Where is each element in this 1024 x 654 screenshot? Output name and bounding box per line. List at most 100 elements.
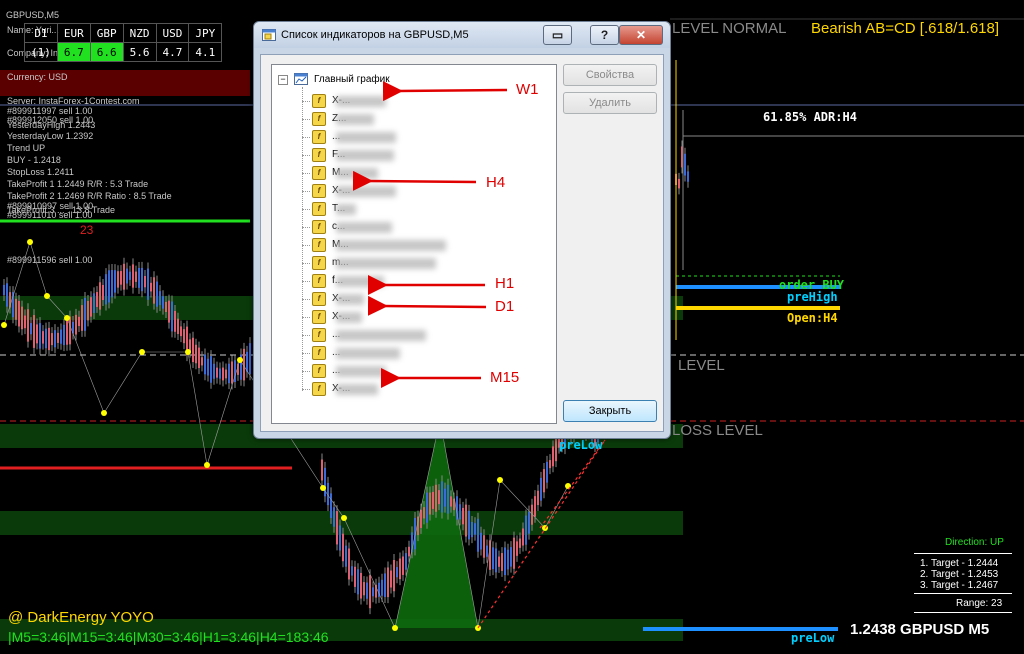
indicators-dialog: Список индикаторов на GBPUSD,M5 ▭ ? ✕ − …	[253, 21, 671, 439]
info-line: YesterdayHigh 1.2443	[7, 120, 96, 130]
candle	[63, 324, 65, 346]
candle	[351, 566, 353, 576]
dialog-title: Список индикаторов на GBPUSD,M5	[281, 29, 469, 41]
candle	[540, 477, 542, 501]
level-mid-label: LEVEL	[678, 357, 725, 374]
info-line: #899911596 sell 1.00	[7, 255, 93, 265]
author-watermark: @ DarkEnergy YOYO	[8, 609, 154, 626]
candle	[486, 545, 488, 557]
candle	[120, 271, 122, 285]
candle	[498, 556, 500, 567]
dialog-help-button[interactable]: ?	[590, 25, 619, 45]
candle	[348, 548, 350, 580]
candle	[30, 323, 32, 335]
stats-target: 2. Target - 1.2453	[920, 569, 999, 580]
candle	[450, 496, 452, 507]
candle	[36, 324, 38, 344]
zigzag-point	[237, 357, 243, 363]
info-line: YesterdayLow 1.2392	[7, 131, 94, 141]
stats-target: 1. Target - 1.2444	[920, 558, 999, 569]
candle	[93, 293, 95, 314]
indicator-icon: f	[312, 94, 326, 108]
candle	[48, 327, 50, 351]
adr-label: 61.85% ADR:H4	[763, 110, 857, 124]
candle	[495, 548, 497, 573]
info-line: StopLoss 1.2411	[7, 167, 74, 177]
close-button[interactable]: Закрыть	[563, 400, 657, 422]
candle	[204, 354, 206, 375]
chart-symbol-title: GBPUSD,M5	[6, 10, 60, 20]
close-icon: ✕	[635, 28, 647, 42]
candle	[54, 330, 56, 348]
indicator-icon: f	[312, 364, 326, 378]
info-line: TakeProfit 3 ... : 13.8 Trade	[7, 205, 116, 215]
candle	[207, 358, 209, 376]
candle	[372, 587, 374, 597]
tree-collapse-icon[interactable]: −	[278, 75, 288, 85]
dialog-close-x-button[interactable]: ✕	[619, 25, 663, 45]
candle	[441, 481, 443, 513]
info-line: Currency: USD	[7, 72, 68, 82]
candle	[444, 488, 446, 507]
candle	[51, 333, 53, 346]
strength-header: EUR	[56, 23, 91, 43]
currency-strength-table: D1 EUR GBP NZD USD JPY (1) 6.7 6.6 5.6 4…	[24, 23, 223, 62]
zigzag-point	[27, 239, 33, 245]
delete-button[interactable]: Удалить	[563, 92, 657, 114]
candle	[114, 270, 116, 293]
annotation-h4: H4	[486, 174, 506, 191]
indicator-icon: f	[312, 346, 326, 360]
candle	[18, 301, 20, 327]
strength-cell: (1)	[24, 42, 58, 62]
candle	[447, 484, 449, 514]
strength-cell: 6.6	[89, 42, 124, 62]
candle	[321, 459, 323, 481]
candle	[519, 538, 521, 548]
count-label: 23	[80, 223, 94, 237]
candle	[183, 329, 185, 344]
annotation-h1: H1	[495, 275, 515, 292]
annotation-m15: M15	[490, 369, 520, 386]
candle	[462, 507, 464, 525]
candle	[339, 525, 341, 551]
candle	[171, 301, 173, 332]
candle	[555, 437, 557, 462]
candle	[513, 537, 515, 569]
candle	[489, 540, 491, 570]
dialog-titlebar[interactable]: Список индикаторов на GBPUSD,M5 ▭ ? ✕	[254, 22, 670, 48]
candle	[393, 559, 395, 592]
candle	[129, 271, 131, 280]
dialog-restore-button[interactable]: ▭	[543, 25, 572, 45]
zigzag-point	[185, 349, 191, 355]
tree-root-label[interactable]: Главный график	[314, 74, 390, 92]
candle	[492, 547, 494, 570]
candle	[60, 329, 62, 344]
candle	[222, 367, 224, 381]
candle	[216, 367, 218, 378]
candle	[132, 264, 134, 288]
price-symbol-label: 1.2438 GBPUSD M5	[850, 621, 990, 638]
candle	[357, 569, 359, 595]
candle	[126, 268, 128, 284]
candle	[105, 274, 107, 305]
properties-button[interactable]: Свойства	[563, 64, 657, 86]
candle	[39, 323, 41, 349]
candle	[423, 507, 425, 519]
strength-header: JPY	[188, 23, 223, 43]
candle	[33, 315, 35, 348]
annotation-w1: W1	[516, 81, 539, 98]
strength-cell: 4.1	[188, 42, 223, 62]
candle	[678, 178, 680, 189]
candle	[141, 267, 143, 292]
candle	[522, 528, 524, 546]
candle	[402, 556, 404, 575]
candle	[159, 291, 161, 306]
candle	[219, 368, 221, 379]
candle	[552, 446, 554, 467]
zigzag-point	[320, 485, 326, 491]
candle	[483, 535, 485, 558]
candle	[342, 533, 344, 562]
candle	[198, 347, 200, 369]
zigzag-point	[1, 322, 7, 328]
indicator-icon: f	[312, 310, 326, 324]
